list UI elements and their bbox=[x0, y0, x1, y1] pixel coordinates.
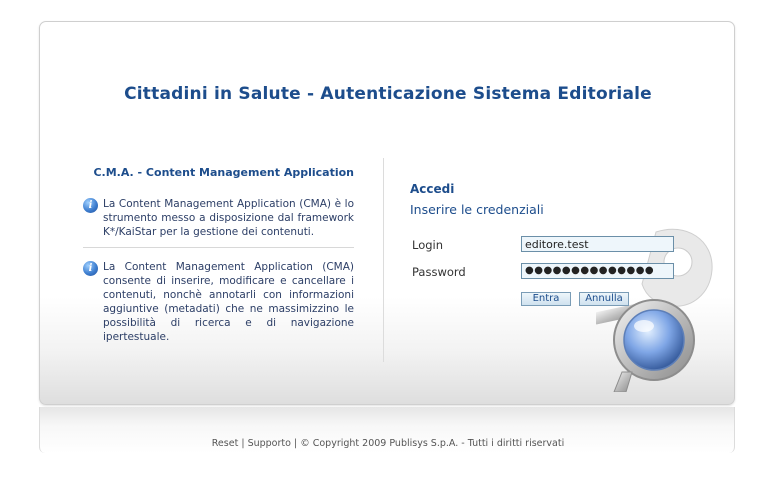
login-label: Login bbox=[412, 238, 444, 252]
support-link[interactable]: Supporto bbox=[248, 438, 291, 449]
password-field[interactable]: ●●●●●●●●●●●●●● bbox=[521, 263, 674, 279]
page-title: Cittadini in Salute - Autenticazione Sis… bbox=[124, 84, 652, 104]
login-subheading: Inserire le credenziali bbox=[410, 202, 544, 217]
vertical-divider bbox=[383, 158, 384, 362]
footer-separator: | bbox=[293, 438, 298, 449]
info-paragraph-2: La Content Management Application (CMA) … bbox=[103, 261, 354, 343]
copyright-text: © Copyright 2009 Publisys S.p.A. - Tutti… bbox=[300, 438, 565, 449]
footer-separator: | bbox=[241, 438, 245, 449]
footer-text: Reset | Supporto | © Copyright 2009 Publ… bbox=[40, 438, 736, 449]
info-block-1: i La Content Management Application (CMA… bbox=[83, 197, 354, 239]
info-paragraph-1: La Content Management Application (CMA) … bbox=[103, 198, 354, 238]
info-separator bbox=[83, 247, 354, 248]
login-heading: Accedi bbox=[410, 182, 455, 196]
login-field[interactable]: editore.test bbox=[521, 236, 674, 252]
info-section: C.M.A. - Content Management Application … bbox=[83, 166, 354, 344]
enter-button[interactable]: Entra bbox=[521, 292, 571, 306]
reset-link[interactable]: Reset bbox=[212, 438, 239, 449]
login-panel: Cittadini in Salute - Autenticazione Sis… bbox=[39, 21, 735, 405]
cancel-button[interactable]: Annulla bbox=[579, 292, 629, 306]
footer: Reset | Supporto | © Copyright 2009 Publ… bbox=[39, 407, 735, 453]
password-label: Password bbox=[412, 265, 466, 279]
info-heading: C.M.A. - Content Management Application bbox=[93, 166, 354, 179]
info-icon: i bbox=[83, 198, 98, 213]
info-block-2: i La Content Management Application (CMA… bbox=[83, 260, 354, 344]
login-form: Accedi Inserire le credenziali bbox=[410, 182, 710, 217]
info-icon: i bbox=[83, 261, 98, 276]
